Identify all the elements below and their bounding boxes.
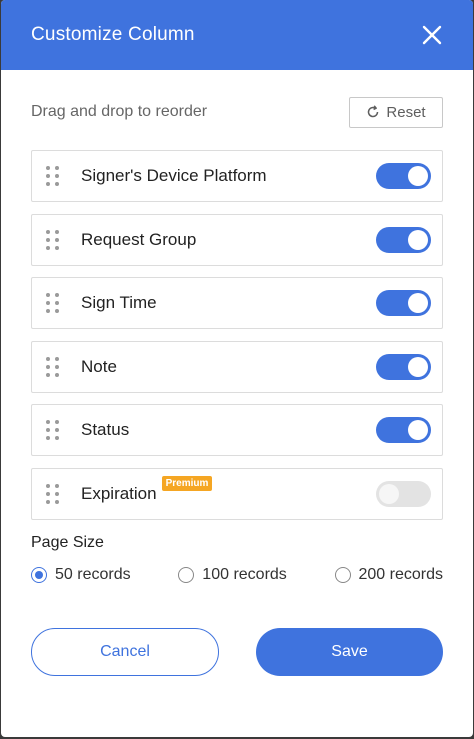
column-label: Expiration Premium xyxy=(81,475,376,504)
dialog-footer: Cancel Save xyxy=(1,627,473,676)
drag-handle-icon[interactable] xyxy=(46,293,60,313)
page-size-title: Page Size xyxy=(31,533,104,551)
page-size-option-label: 100 records xyxy=(202,565,287,583)
radio-button[interactable] xyxy=(178,566,195,583)
column-label: Signer's Device Platform xyxy=(81,166,267,185)
column-label: Request Group xyxy=(81,229,197,249)
reorder-hint: Drag and drop to reorder xyxy=(31,103,208,120)
column-list: Signer's Device Platform Request Group S… xyxy=(1,150,473,520)
radio-button-checked[interactable] xyxy=(31,566,47,583)
reset-label: Reset xyxy=(386,103,426,121)
column-toggle[interactable] xyxy=(376,163,431,189)
column-row-expiration[interactable]: Expiration Premium xyxy=(31,467,443,520)
close-icon xyxy=(422,25,442,45)
column-row-status[interactable]: Status xyxy=(31,404,443,456)
column-row-request-group[interactable]: Request Group xyxy=(31,213,443,266)
page-size-option-100[interactable]: 100 records xyxy=(178,566,287,584)
drag-handle-icon[interactable] xyxy=(46,166,60,186)
column-row-signers-device-platform[interactable]: Signer's Device Platform xyxy=(31,150,443,202)
drag-handle-icon[interactable] xyxy=(46,229,60,250)
column-row-note[interactable]: Note xyxy=(31,340,443,393)
premium-badge: Premium xyxy=(161,475,213,491)
save-button[interactable]: Save xyxy=(256,627,443,676)
subheader: Drag and drop to reorder Reset xyxy=(1,96,473,128)
drag-handle-icon[interactable] xyxy=(46,483,60,504)
column-label: Sign Time xyxy=(81,293,157,312)
column-toggle-disabled[interactable] xyxy=(376,480,431,507)
radio-button[interactable] xyxy=(334,566,351,583)
dialog-title: Customize Column xyxy=(31,24,195,45)
column-label: Status xyxy=(81,420,130,439)
reset-button[interactable]: Reset xyxy=(349,96,443,128)
page-size-option-50[interactable]: 50 records xyxy=(31,566,131,584)
customize-column-dialog: Customize Column Drag and drop to reorde… xyxy=(1,0,473,737)
dialog-header: Customize Column xyxy=(1,0,473,70)
page-size-option-label: 200 records xyxy=(358,565,444,583)
column-toggle[interactable] xyxy=(376,290,431,316)
column-toggle[interactable] xyxy=(376,226,431,253)
refresh-icon xyxy=(368,105,379,118)
column-toggle[interactable] xyxy=(376,417,431,443)
drag-handle-icon[interactable] xyxy=(46,356,60,377)
drag-handle-icon[interactable] xyxy=(46,420,60,440)
cancel-button[interactable]: Cancel xyxy=(31,627,219,676)
column-row-sign-time[interactable]: Sign Time xyxy=(31,277,443,329)
close-button[interactable] xyxy=(421,24,443,46)
page-size-option-200[interactable]: 200 records xyxy=(334,565,444,584)
column-toggle[interactable] xyxy=(376,353,431,380)
column-label: Note xyxy=(81,356,117,376)
page-size-options: 50 records 100 records 200 records xyxy=(1,566,473,584)
page-size-option-label: 50 records xyxy=(55,565,131,583)
